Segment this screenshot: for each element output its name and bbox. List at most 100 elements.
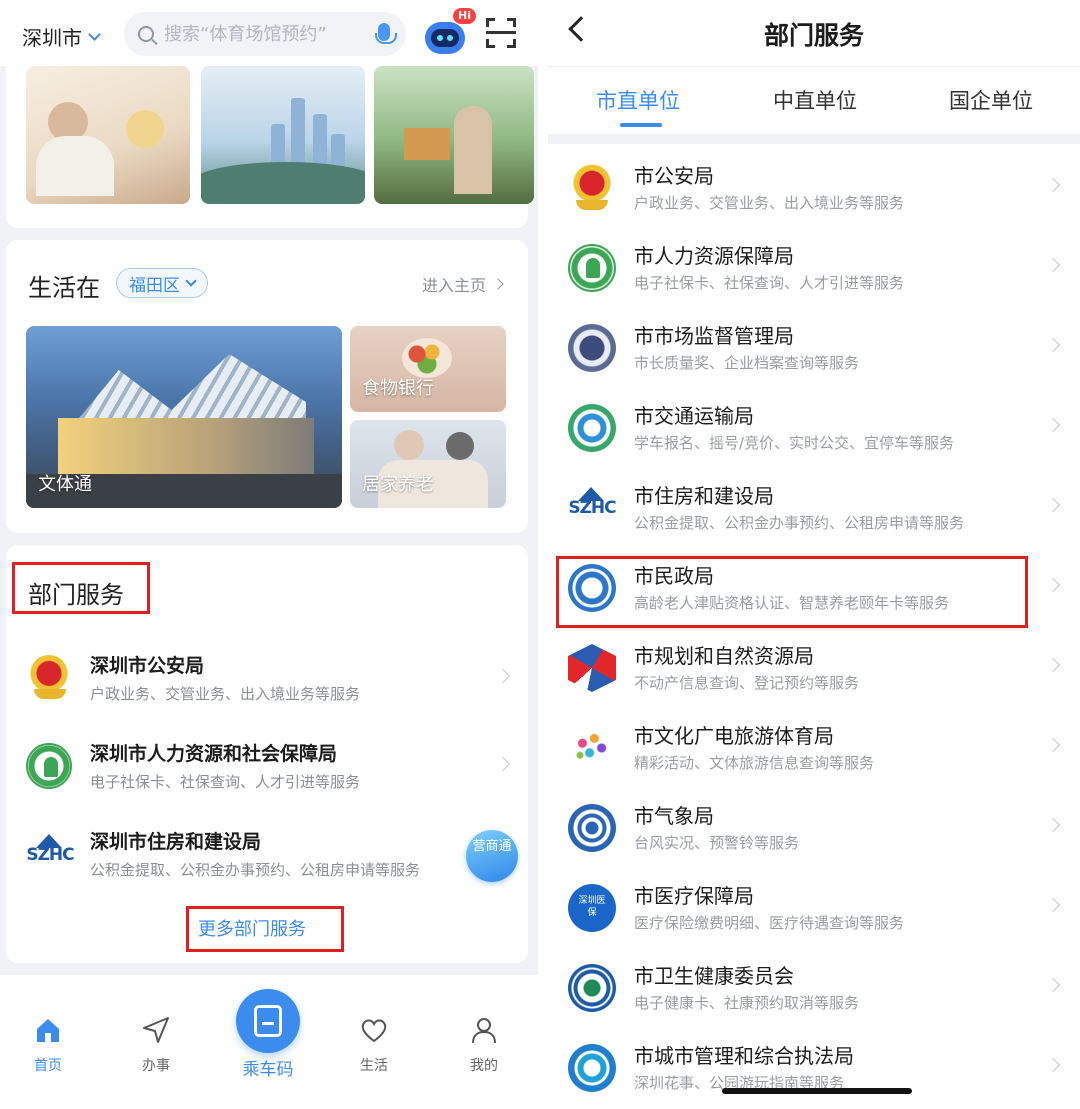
tab-home[interactable]: 首页 [8,1015,88,1075]
tab-soe-units[interactable]: 国企单位 [949,85,1033,115]
item-name: 市公安局 [634,164,714,188]
item-name: 市规划和自然资源局 [634,644,814,668]
city-management-icon [568,1044,616,1092]
hi-badge: Hi [453,8,476,24]
bottom-tab-bar: 首页 办事 乘车码 生活 我的 [0,975,538,1109]
police-badge-icon [568,164,616,212]
enter-home-link[interactable]: 进入主页 [422,272,504,296]
item-desc: 不动产信息查询、登记预约等服务 [634,674,860,692]
tile-label: 文体通 [38,474,92,495]
chevron-right-icon [1045,577,1061,593]
banner-carousel [6,62,534,228]
tile-wentitong[interactable]: 文体通 [26,326,342,508]
chevron-right-icon [1045,977,1061,993]
search-input[interactable] [164,23,354,45]
item-desc: 电子健康卡、社康预约取消等服务 [634,994,860,1012]
item-name: 深圳市住房和建设局 [90,831,262,853]
chevron-right-icon [1045,497,1061,513]
item-desc: 市长质量奖、企业档案查询等服务 [634,354,860,372]
tile-label: 食物银行 [362,378,434,399]
market-supervision-icon [568,324,616,372]
list-item[interactable]: SZHC 深圳市住房和建设局 公积金提取、公积金办事预约、公租房申请等服务 [26,817,522,899]
ride-code-label: 乘车码 [242,1060,294,1080]
list-item[interactable]: 深圳市公安局 户政业务、交管业务、出入境业务等服务 [26,641,522,723]
chevron-right-icon [1045,1057,1061,1073]
assistant-robot-icon[interactable]: Hi [423,8,476,56]
item-desc: 电子社保卡、社保查询、人才引进等服务 [90,773,361,791]
list-item[interactable]: 市城市管理和综合执法局 深圳花事、公园游玩指南等服务 [548,1028,1080,1108]
item-name: 市住房和建设局 [634,484,774,508]
item-name: 市卫生健康委员会 [634,964,794,988]
tab-life[interactable]: 生活 [334,1015,414,1075]
item-name: 市人力资源保障局 [634,244,794,268]
highlight-box [186,906,344,952]
heart-icon [359,1015,389,1045]
section-gap [548,134,1080,144]
ride-code-button[interactable] [236,989,300,1053]
banner-elderly-family[interactable] [26,66,190,204]
item-desc: 公积金提取、公积金办事预约、公租房申请等服务 [634,514,965,532]
chevron-right-icon [1045,657,1061,673]
active-tab-indicator [620,123,662,127]
list-item[interactable]: 市交通运输局 学车报名、摇号/竞价、实时公交、宜停车等服务 [548,388,1080,468]
szhc-logo-icon: SZHC [26,831,74,877]
chevron-down-icon [88,27,101,41]
search-bar[interactable] [124,12,406,56]
tab-affairs[interactable]: 办事 [116,1015,196,1075]
item-name: 深圳市人力资源和社会保障局 [90,743,338,765]
life-title: 生活在 [28,274,100,302]
top-bar: 深圳市 Hi [0,0,538,66]
nav-header: 部门服务 [548,0,1080,66]
tab-central-units[interactable]: 中直单位 [773,85,857,115]
tab-mine[interactable]: 我的 [444,1015,524,1075]
home-indicator [722,1088,912,1094]
list-item[interactable]: 市卫生健康委员会 电子健康卡、社康预约取消等服务 [548,948,1080,1028]
chevron-right-icon [1045,737,1061,753]
life-section: 生活在 福田区 进入主页 文体通 食物银行 居家养老 [6,240,528,533]
item-name: 深圳市公安局 [90,655,205,677]
list-item[interactable]: 市规划和自然资源局 不动产信息查询、登记预约等服务 [548,628,1080,708]
banner-city-skyline[interactable] [201,66,365,204]
city-label: 深圳市 [22,26,82,50]
microphone-icon[interactable] [375,23,397,44]
tile-food-bank[interactable]: 食物银行 [350,326,506,412]
panel-divider [538,0,548,1109]
page-title: 部门服务 [763,21,864,50]
medical-insurance-icon [568,884,616,932]
transport-icon [568,404,616,452]
chevron-right-icon [1045,417,1061,433]
list-item[interactable]: 市文化广电旅游体育局 精彩活动、文体旅游信息查询等服务 [548,708,1080,788]
list-item[interactable]: 市气象局 台风实况、预警铃等服务 [548,788,1080,868]
department-services-screen: 部门服务 市直单位 中直单位 国企单位 市公安局 户政业务、交管业务、出入境业务… [548,0,1080,1109]
item-desc: 精彩活动、文体旅游信息查询等服务 [634,754,875,772]
hr-bureau-icon [26,743,72,789]
yingshangtong-float-button[interactable]: 营商通 [466,830,518,882]
list-item[interactable]: 市医疗保障局 医疗保险缴费明细、医疗待遇查询等服务 [548,868,1080,948]
chevron-right-icon [495,668,511,684]
tab-city-units[interactable]: 市直单位 [596,85,680,115]
chevron-down-icon [185,275,197,287]
chevron-right-icon [1045,177,1061,193]
item-desc: 公积金提取、公积金办事预约、公租房申请等服务 [90,861,421,879]
scan-icon[interactable] [486,18,516,48]
home-icon [33,1015,63,1045]
district-selector[interactable]: 福田区 [116,268,208,298]
tile-home-elderly-care[interactable]: 居家养老 [350,420,506,508]
szhc-logo-icon: SZHC [568,484,616,532]
list-item[interactable]: SZHC 市住房和建设局 公积金提取、公积金办事预约、公租房申请等服务 [548,468,1080,548]
chevron-right-icon [1045,897,1061,913]
city-selector[interactable]: 深圳市 [22,22,101,51]
banner-farmers[interactable] [374,66,534,204]
item-desc: 电子社保卡、社保查询、人才引进等服务 [634,274,905,292]
item-name: 市气象局 [634,804,714,828]
tab-label: 生活 [360,1058,388,1074]
list-item[interactable]: 市公安局 户政业务、交管业务、出入境业务等服务 [548,148,1080,228]
search-icon [138,26,154,42]
hr-bureau-icon [568,244,616,292]
home-screen: 深圳市 Hi [0,0,538,1109]
planning-icon [568,644,616,692]
list-item[interactable]: 市市场监督管理局 市长质量奖、企业档案查询等服务 [548,308,1080,388]
list-item[interactable]: 市人力资源保障局 电子社保卡、社保查询、人才引进等服务 [548,228,1080,308]
list-item[interactable]: 深圳市人力资源和社会保障局 电子社保卡、社保查询、人才引进等服务 [26,729,522,811]
tab-label: 办事 [142,1058,170,1074]
